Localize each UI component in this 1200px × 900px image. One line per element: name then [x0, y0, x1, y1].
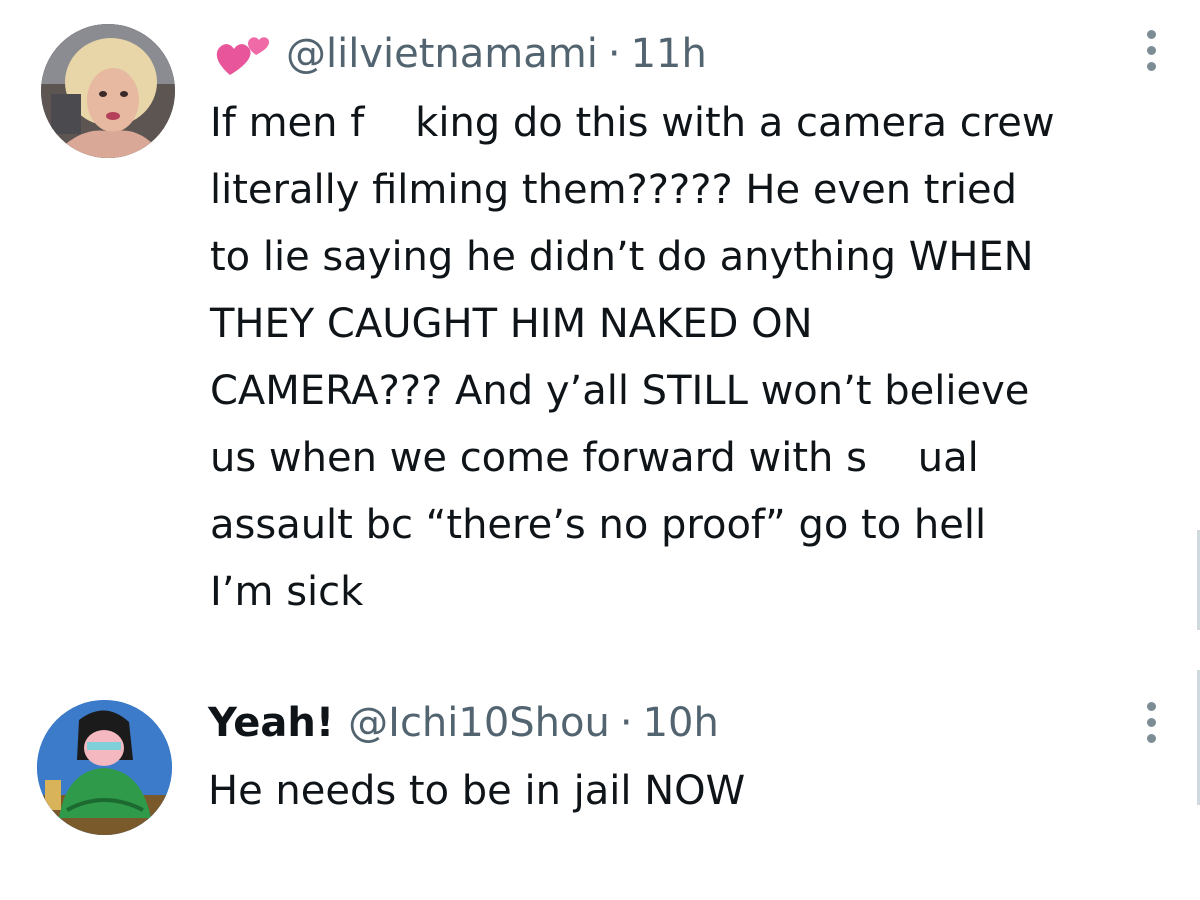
tweet-header: @lilvietnamami · 11h: [212, 29, 707, 79]
avatar-lilvietnamami[interactable]: [41, 24, 175, 158]
tweet-handle[interactable]: @lilvietnamami: [286, 29, 598, 79]
two-hearts-icon: [212, 29, 272, 79]
avatar-photo: [41, 24, 175, 158]
tweet-timestamp[interactable]: 11h: [631, 29, 707, 79]
avatar-ichi10shou[interactable]: [37, 700, 172, 835]
tweet-2[interactable]: Yeah! @Ichi10Shou · 10h He needs to be i…: [0, 660, 1200, 900]
avatar-cartoon: [37, 700, 172, 835]
tweet-timestamp[interactable]: 10h: [643, 698, 719, 748]
tweet-text: He needs to be in jail NOW: [208, 768, 746, 814]
display-name[interactable]: Yeah!: [208, 698, 334, 748]
separator-dot: ·: [607, 31, 621, 77]
separator-dot: ·: [619, 700, 633, 746]
tweet-handle[interactable]: @Ichi10Shou: [348, 698, 610, 748]
tweet-header: Yeah! @Ichi10Shou · 10h: [208, 698, 719, 748]
more-vertical-icon[interactable]: [1146, 30, 1156, 71]
tweet-1[interactable]: @lilvietnamami · 11h If men f king do th…: [0, 0, 1200, 660]
more-vertical-icon[interactable]: [1146, 702, 1156, 743]
tweet-text: If men f king do this with a camera crew…: [210, 100, 1055, 615]
